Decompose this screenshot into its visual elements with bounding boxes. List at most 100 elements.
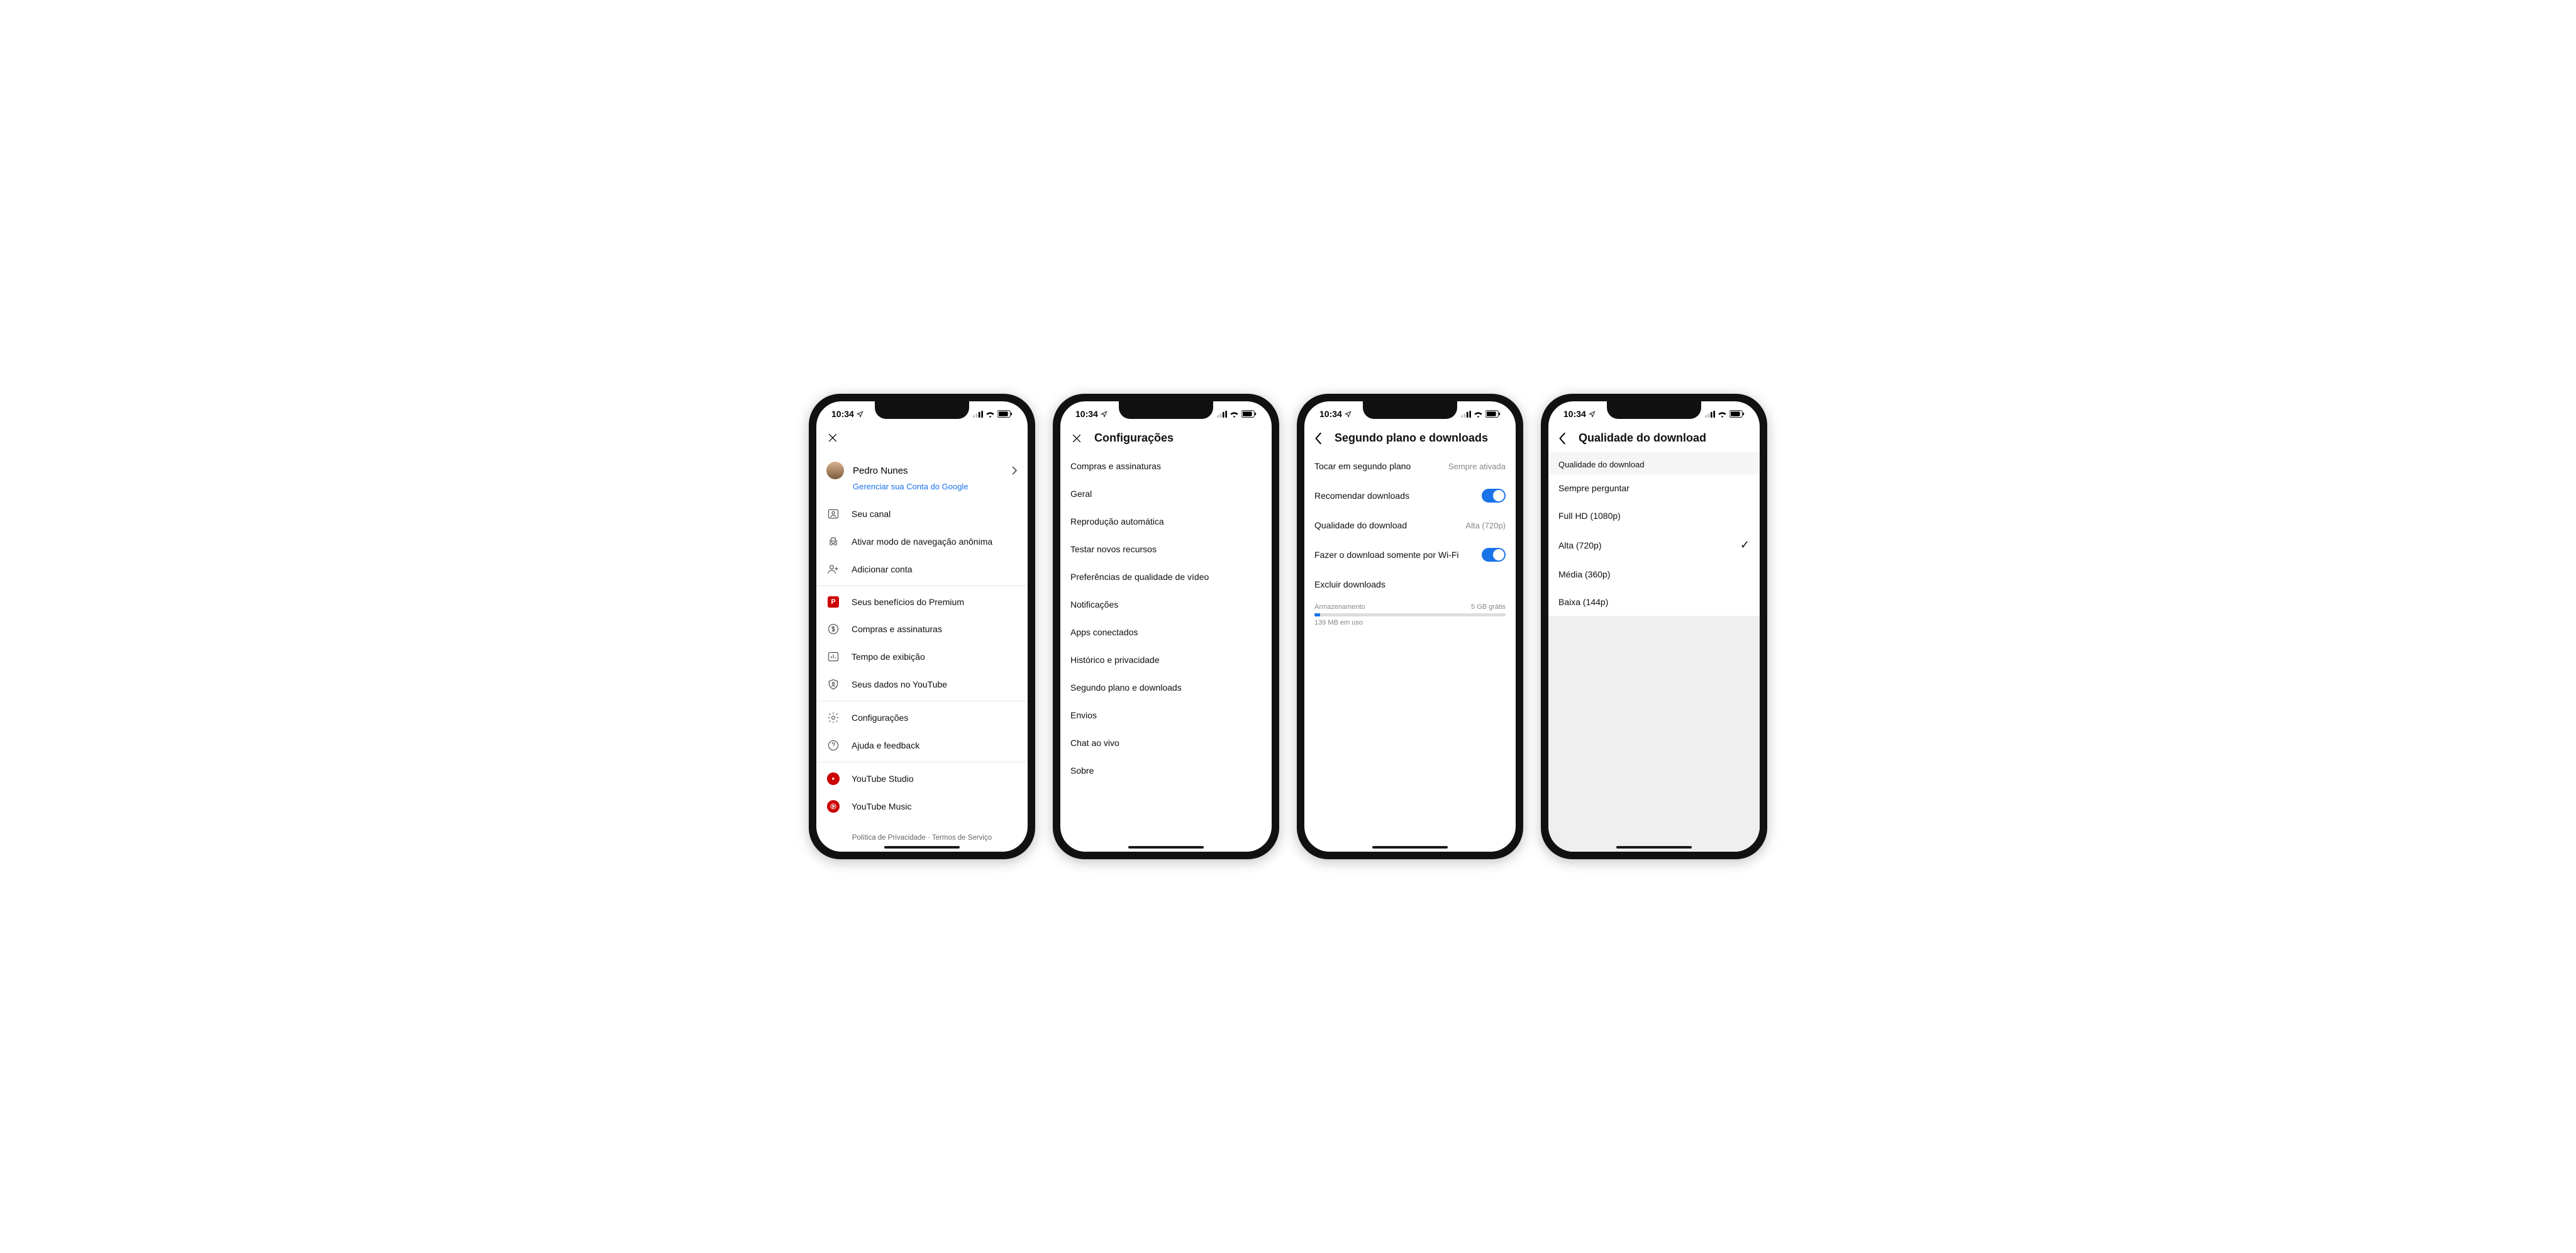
phone-frame: 10:34 Qualidade do download Qualidade do…: [1541, 394, 1767, 859]
status-time: 10:34: [1319, 409, 1342, 419]
wifi-icon: [985, 411, 995, 418]
phone-frame: 10:34 Configurações Compras e assinatura…: [1053, 394, 1279, 859]
music-icon: [826, 800, 840, 813]
status-time: 10:34: [1075, 409, 1098, 419]
manage-account-link[interactable]: Gerenciar sua Conta do Google: [816, 481, 1028, 500]
storage-section: Armazenamento 5 GB grátis 139 MB em uso: [1304, 598, 1516, 632]
menu-premium[interactable]: P Seus benefícios do Premium: [816, 589, 1028, 615]
row-label: Excluir downloads: [1314, 579, 1385, 589]
settings-row[interactable]: Segundo plano e downloads: [1060, 674, 1272, 701]
battery-icon: [997, 410, 1013, 418]
settings-row[interactable]: Reprodução automática: [1060, 508, 1272, 535]
row-label: Recomendar downloads: [1314, 491, 1409, 501]
home-indicator[interactable]: [884, 846, 960, 849]
menu-label: Seus benefícios do Premium: [852, 597, 964, 607]
menu-your-data[interactable]: Seus dados no YouTube: [816, 671, 1028, 698]
header: Configurações: [1060, 426, 1272, 452]
row-label: Tocar em segundo plano: [1314, 461, 1411, 471]
menu-label: Ajuda e feedback: [852, 740, 919, 750]
quality-option-label: Alta (720p): [1558, 540, 1601, 550]
home-indicator[interactable]: [1128, 846, 1204, 849]
settings-list: Compras e assinaturasGeralReprodução aut…: [1060, 452, 1272, 852]
settings-row[interactable]: Geral: [1060, 480, 1272, 508]
settings-row[interactable]: Apps conectados: [1060, 618, 1272, 646]
quality-option[interactable]: Baixa (144p): [1548, 588, 1760, 616]
gear-icon: [826, 711, 840, 724]
add-account-icon: [826, 563, 840, 576]
toggle-recommend[interactable]: [1482, 489, 1506, 503]
quality-option[interactable]: Alta (720p)✓: [1548, 530, 1760, 560]
incognito-icon: [826, 535, 840, 548]
cellular-icon: [1705, 411, 1715, 418]
help-icon: [826, 739, 840, 752]
chart-icon: [826, 650, 840, 663]
close-icon[interactable]: [826, 432, 839, 444]
notch: [875, 401, 969, 419]
notch: [1363, 401, 1457, 419]
footer-sep: ·: [928, 834, 932, 842]
header: Segundo plano e downloads: [1304, 426, 1516, 452]
quality-section-header: Qualidade do download: [1548, 452, 1760, 474]
settings-row[interactable]: Chat ao vivo: [1060, 729, 1272, 757]
wifi-icon: [1474, 411, 1483, 418]
menu-youtube-music[interactable]: YouTube Music: [816, 793, 1028, 820]
wifi-icon: [1230, 411, 1239, 418]
close-icon[interactable]: [1070, 432, 1083, 445]
menu-settings[interactable]: Configurações: [816, 704, 1028, 732]
menu-label: Ativar modo de navegação anônima: [852, 537, 992, 547]
row-delete-downloads[interactable]: Excluir downloads: [1304, 571, 1516, 598]
battery-icon: [1485, 410, 1501, 418]
storage-bar: [1314, 613, 1506, 616]
chevron-right-icon: [1011, 466, 1018, 475]
back-icon[interactable]: [1314, 432, 1323, 445]
settings-row[interactable]: Preferências de qualidade de vídeo: [1060, 563, 1272, 591]
menu-incognito[interactable]: Ativar modo de navegação anônima: [816, 528, 1028, 555]
row-download-quality[interactable]: Qualidade do download Alta (720p): [1304, 511, 1516, 539]
settings-row[interactable]: Sobre: [1060, 757, 1272, 784]
location-icon: [1101, 411, 1108, 418]
cellular-icon: [1461, 411, 1471, 418]
settings-row[interactable]: Histórico e privacidade: [1060, 646, 1272, 674]
screen-downloads: 10:34 Segundo plano e downloads Tocar em…: [1304, 401, 1516, 852]
terms-link[interactable]: Termos de Serviço: [932, 834, 992, 842]
toggle-wifi[interactable]: [1482, 548, 1506, 562]
quality-option-label: Full HD (1080p): [1558, 511, 1621, 521]
quality-options: Sempre perguntar Full HD (1080p) Alta (720…: [1548, 474, 1760, 616]
row-recommend-downloads[interactable]: Recomendar downloads: [1304, 480, 1516, 511]
privacy-link[interactable]: Política de Privacidade: [852, 834, 926, 842]
location-icon: [857, 411, 863, 418]
row-value: Alta (720p): [1465, 521, 1506, 530]
channel-icon: [826, 508, 840, 520]
status-time: 10:34: [831, 409, 854, 419]
studio-icon: [826, 772, 840, 785]
menu-your-channel[interactable]: Seu canal: [816, 500, 1028, 528]
back-icon[interactable]: [1558, 432, 1567, 445]
account-row[interactable]: Pedro Nunes: [816, 455, 1028, 481]
home-indicator[interactable]: [1616, 846, 1692, 849]
quality-option[interactable]: Full HD (1080p): [1548, 502, 1760, 530]
settings-row[interactable]: Testar novos recursos: [1060, 535, 1272, 563]
storage-free: 5 GB grátis: [1471, 603, 1506, 611]
content: Pedro Nunes Gerenciar sua Conta do Googl…: [816, 452, 1028, 852]
quality-option[interactable]: Média (360p): [1548, 560, 1760, 588]
menu-add-account[interactable]: Adicionar conta: [816, 555, 1028, 583]
menu-label: Adicionar conta: [852, 564, 913, 574]
notch: [1119, 401, 1213, 419]
quality-option[interactable]: Sempre perguntar: [1548, 474, 1760, 502]
menu-youtube-studio[interactable]: YouTube Studio: [816, 765, 1028, 793]
footer-links: Política de Privacidade · Termos de Serv…: [816, 830, 1028, 845]
battery-icon: [1729, 410, 1745, 418]
row-background-play[interactable]: Tocar em segundo plano Sempre ativada: [1304, 452, 1516, 480]
menu-watch-time[interactable]: Tempo de exibição: [816, 643, 1028, 671]
menu-purchases[interactable]: Compras e assinaturas: [816, 615, 1028, 643]
screen-quality: 10:34 Qualidade do download Qualidade do…: [1548, 401, 1760, 852]
settings-row[interactable]: Envios: [1060, 701, 1272, 729]
screen-account: 10:34 Pedro Nunes: [816, 401, 1028, 852]
menu-help[interactable]: Ajuda e feedback: [816, 732, 1028, 759]
row-wifi-only[interactable]: Fazer o download somente por Wi-Fi: [1304, 539, 1516, 571]
home-indicator[interactable]: [1372, 846, 1448, 849]
settings-row[interactable]: Notificações: [1060, 591, 1272, 618]
header: Qualidade do download: [1548, 426, 1760, 452]
settings-row[interactable]: Compras e assinaturas: [1060, 452, 1272, 480]
quality-option-label: Média (360p): [1558, 569, 1611, 579]
